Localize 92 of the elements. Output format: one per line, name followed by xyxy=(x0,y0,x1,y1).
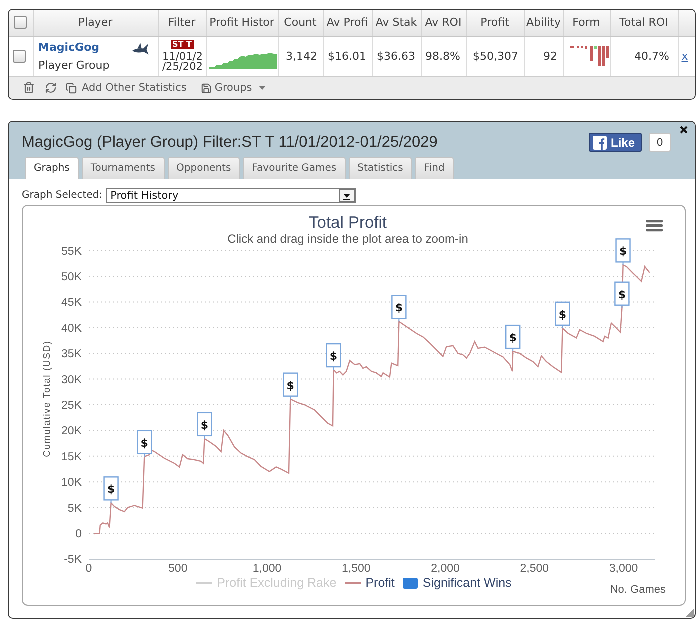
filter-tag: ST T xyxy=(170,40,194,48)
column-header: Av Stak xyxy=(372,10,421,36)
win-flag[interactable]: $ xyxy=(616,238,631,266)
tab[interactable]: Tournaments xyxy=(82,157,165,179)
column-header: Av Profi xyxy=(323,10,372,36)
chart-subtitle: Click and drag inside the plot area to zoom-in xyxy=(228,232,468,246)
legend-line-icon xyxy=(344,582,361,584)
column-header: Player xyxy=(33,10,158,36)
annotation: $ xyxy=(618,288,626,302)
annotation: $ xyxy=(395,302,404,315)
column-header: Av ROI xyxy=(421,10,466,36)
column-header: Total ROI xyxy=(610,10,678,36)
y-axis-label: -5K xyxy=(64,554,82,566)
graph-select[interactable]: Profit History xyxy=(106,188,356,203)
annotation: $ xyxy=(140,436,148,450)
y-axis-label: 50K xyxy=(62,272,82,284)
column-header: Count xyxy=(278,10,323,36)
filter-date-text: /25/202 xyxy=(162,62,203,72)
x-axis-title: No. Games xyxy=(610,584,666,596)
save-icon xyxy=(200,82,212,94)
legend-line-icon xyxy=(196,582,212,584)
x-axis-label: 2,000 xyxy=(431,563,460,575)
annotation: $ xyxy=(107,483,116,496)
column-header: Profit xyxy=(466,10,524,36)
like-count: 0 xyxy=(649,133,671,152)
player-name-link[interactable]: MagicGog xyxy=(38,40,110,54)
player-group-label: Player Group xyxy=(38,58,110,72)
y-axis-label: 25K xyxy=(62,400,82,412)
legend-item[interactable]: Profit xyxy=(344,576,395,590)
graph-select-label: Graph Selected: xyxy=(22,190,103,201)
win-flag[interactable]: $ xyxy=(392,295,407,322)
x-axis-label: 1,000 xyxy=(252,563,282,575)
legend-square-icon xyxy=(402,578,418,588)
win-flag[interactable]: $ xyxy=(326,343,342,371)
tab[interactable]: Opponents xyxy=(168,157,240,179)
column-header: Form xyxy=(563,10,610,36)
resize-grip-icon[interactable] xyxy=(686,609,694,617)
y-axis-label: 40K xyxy=(62,322,82,335)
y-axis-label: 5K xyxy=(68,502,82,515)
column-header: Profit Histor xyxy=(206,10,278,36)
panel-title: MagicGog (Player Group) Filter:ST T 11/01/2012-01/25/2029 xyxy=(22,134,439,152)
caret-icon xyxy=(259,86,266,90)
y-axis-label: 30K xyxy=(62,374,82,386)
win-flag[interactable]: $ xyxy=(555,302,570,329)
tab[interactable]: Graphs xyxy=(25,157,79,179)
annotation: $ xyxy=(619,245,628,258)
tab[interactable]: Find xyxy=(415,157,454,179)
tab[interactable]: Favourite Games xyxy=(243,157,346,179)
x-axis-label: 500 xyxy=(168,563,188,575)
x-axis-label: 2,500 xyxy=(520,563,550,575)
tab[interactable]: Statistics xyxy=(348,157,412,179)
annotation: $ xyxy=(286,379,294,392)
y-axis-label: 20K xyxy=(62,426,82,438)
win-flag[interactable]: $ xyxy=(104,476,119,504)
row-checkbox[interactable] xyxy=(12,50,26,63)
chart-title: Total Profit xyxy=(309,214,387,232)
refresh-icon[interactable] xyxy=(45,82,57,94)
f-logo-icon xyxy=(592,136,607,150)
select-all-checkbox[interactable] xyxy=(14,16,28,30)
copy-icon xyxy=(66,82,77,94)
y-axis-label: 0 xyxy=(76,528,82,540)
win-flag[interactable]: $ xyxy=(137,430,152,458)
column-header: Filter xyxy=(158,10,206,36)
filter-date-text: 11/01/2 xyxy=(162,52,203,62)
legend-item[interactable]: Significant Wins xyxy=(402,576,512,590)
win-flag[interactable]: $ xyxy=(283,372,298,400)
remove-link[interactable]: x xyxy=(682,50,688,63)
win-flag[interactable]: $ xyxy=(506,324,521,352)
y-axis-title: Cumulative Total (USD) xyxy=(42,340,53,458)
y-axis-label: 45K xyxy=(62,297,82,310)
menu-icon[interactable] xyxy=(646,220,663,232)
y-axis-label: 10K xyxy=(62,477,82,490)
groups-button[interactable]: Groups xyxy=(200,82,266,94)
y-axis-label: 55K xyxy=(62,246,82,258)
win-flag[interactable]: $ xyxy=(197,412,212,440)
annotation: $ xyxy=(330,350,338,364)
close-icon[interactable] xyxy=(680,126,688,134)
shark-icon xyxy=(132,42,148,55)
annotation: $ xyxy=(509,332,517,345)
column-header: Ability xyxy=(524,10,563,36)
annotation: $ xyxy=(558,308,566,322)
annotation: $ xyxy=(200,418,209,432)
like-button[interactable]: Like xyxy=(588,133,642,152)
y-axis-label: 35K xyxy=(62,348,82,361)
trash-icon[interactable] xyxy=(23,82,35,94)
add-statistics-button[interactable]: Add Other Statistics xyxy=(66,82,187,94)
x-axis-label: 1,500 xyxy=(342,563,371,575)
y-axis-label: 15K xyxy=(62,451,82,464)
profit-sparkline xyxy=(208,51,276,70)
x-axis-label: 0 xyxy=(86,563,92,575)
x-axis-label: 3,000 xyxy=(609,563,638,575)
win-flag[interactable]: $ xyxy=(614,282,630,309)
